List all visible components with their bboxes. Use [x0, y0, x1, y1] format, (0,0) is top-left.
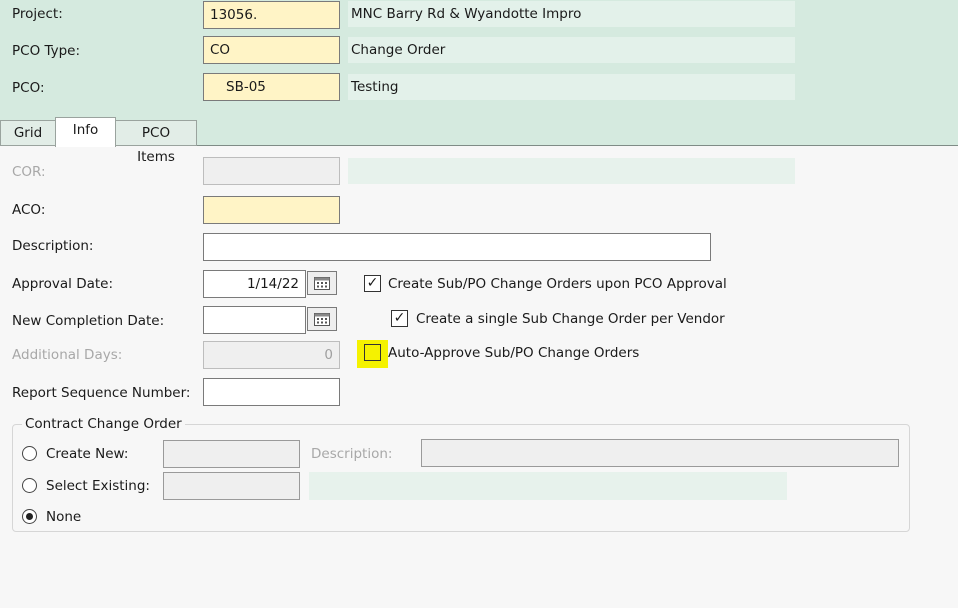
ccd-description-label: Description: — [311, 446, 393, 462]
project-name-display: MNC Barry Rd & Wyandotte Impro — [348, 1, 795, 27]
pco-type-field[interactable]: CO — [203, 36, 340, 64]
none-label: None — [46, 509, 82, 525]
description-label: Description: — [12, 238, 94, 254]
create-sub-po-checkbox[interactable]: ✓ — [364, 275, 381, 292]
new-completion-date-label: New Completion Date: — [12, 313, 165, 329]
project-label: Project: — [12, 6, 63, 22]
checkmark-icon: ✓ — [393, 310, 406, 326]
pco-label: PCO: — [12, 80, 45, 96]
select-existing-label: Select Existing: — [46, 478, 150, 494]
aco-field[interactable] — [203, 196, 340, 224]
aco-label: ACO: — [12, 202, 46, 218]
create-new-field — [163, 440, 300, 468]
description-field[interactable] — [203, 233, 711, 261]
pco-type-label: PCO Type: — [12, 43, 81, 59]
select-existing-field — [163, 472, 300, 500]
cor-label: COR: — [12, 164, 46, 180]
project-code-field[interactable]: 13056. — [203, 1, 340, 29]
contract-change-order-legend: Contract Change Order — [22, 414, 185, 434]
single-per-vendor-label: Create a single Sub Change Order per Ven… — [416, 311, 725, 327]
select-existing-radio[interactable] — [22, 478, 37, 493]
new-completion-date-field[interactable] — [203, 306, 306, 334]
approval-date-label: Approval Date: — [12, 276, 114, 292]
create-new-radio[interactable] — [22, 446, 37, 461]
auto-approve-label: Auto-Approve Sub/PO Change Orders — [388, 345, 640, 361]
pco-type-name-display: Change Order — [348, 37, 795, 63]
cor-description-display — [348, 158, 795, 184]
calendar-icon[interactable] — [307, 307, 337, 331]
tab-grid[interactable]: Grid — [0, 120, 56, 146]
cor-field — [203, 157, 340, 185]
checkmark-icon: ✓ — [366, 275, 379, 291]
select-existing-description-display — [309, 472, 787, 500]
tab-pco-items[interactable]: PCO Items — [115, 120, 197, 165]
create-sub-po-label: Create Sub/PO Change Orders upon PCO App… — [388, 276, 727, 292]
approval-date-field[interactable]: 1/14/22 — [203, 270, 306, 298]
report-sequence-label: Report Sequence Number: — [12, 385, 191, 401]
additional-days-field: 0 — [203, 341, 340, 369]
additional-days-label: Additional Days: — [12, 347, 123, 363]
pco-name-display: Testing — [348, 74, 795, 100]
auto-approve-checkbox[interactable] — [364, 344, 381, 361]
create-new-label: Create New: — [46, 446, 129, 462]
calendar-icon[interactable] — [307, 271, 337, 295]
none-radio[interactable] — [22, 509, 37, 524]
report-sequence-field[interactable] — [203, 378, 340, 406]
pco-field[interactable]: SB-05 — [203, 73, 340, 101]
single-per-vendor-checkbox[interactable]: ✓ — [391, 310, 408, 327]
tab-info[interactable]: Info — [55, 117, 116, 147]
ccd-description-field — [421, 439, 899, 467]
